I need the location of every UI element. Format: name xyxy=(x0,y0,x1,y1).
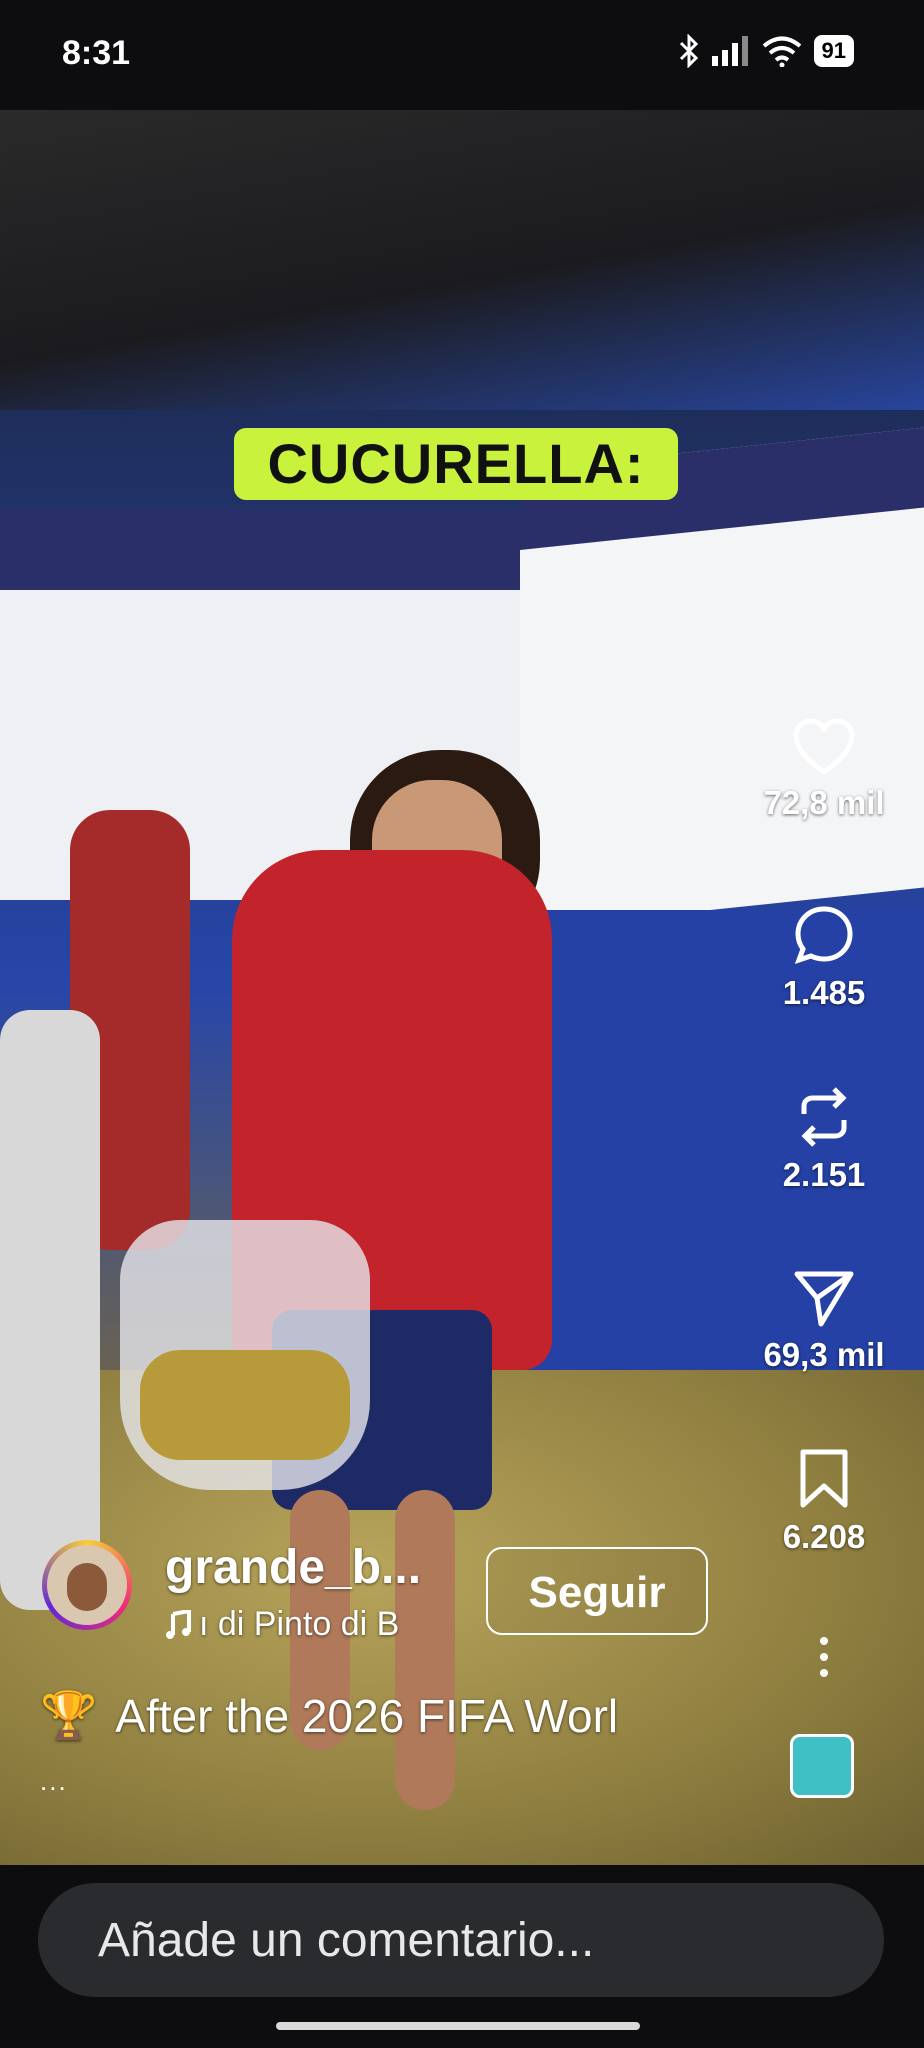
author-avatar[interactable] xyxy=(42,1540,132,1630)
battery-indicator: 91 xyxy=(813,35,854,67)
video-caption: CUCURELLA: xyxy=(234,428,678,500)
more-vertical-icon[interactable] xyxy=(818,1636,830,1678)
author-username[interactable]: grande_b... xyxy=(165,1540,421,1595)
like-action[interactable]: 72,8 mil xyxy=(744,718,904,822)
share-count: 69,3 mil xyxy=(763,1336,885,1373)
status-icons: 91 xyxy=(678,34,854,68)
status-bar: 8:31 91 xyxy=(0,0,924,110)
comment-icon[interactable] xyxy=(793,904,855,966)
bluetooth-icon xyxy=(679,34,698,68)
repost-icon[interactable] xyxy=(794,1086,854,1148)
player-leg-right xyxy=(395,1490,455,1810)
bookmark-icon[interactable] xyxy=(798,1448,850,1510)
music-note-icon xyxy=(166,1609,191,1639)
description-text: After the 2026 FIFA Worl xyxy=(115,1689,619,1742)
side-person xyxy=(0,1010,100,1610)
more-options-action[interactable] xyxy=(744,1636,904,1678)
comment-input[interactable] xyxy=(38,1883,884,1997)
repost-count: 2.151 xyxy=(782,1156,866,1193)
like-count: 72,8 mil xyxy=(763,784,885,821)
reel-description[interactable]: 🏆 After the 2026 FIFA Worl xyxy=(40,1688,618,1743)
sponsor-board-right xyxy=(520,427,924,930)
trophy-icon: 🏆 xyxy=(40,1689,98,1741)
video-ceiling xyxy=(0,110,924,410)
bottom-bar xyxy=(0,1865,924,2048)
comment-count: 1.485 xyxy=(782,974,866,1011)
status-time: 8:31 xyxy=(62,34,131,72)
description-more[interactable]: ... xyxy=(40,1766,68,1797)
audio-track[interactable]: ı di Pinto di B xyxy=(165,1605,399,1644)
save-count: 6.208 xyxy=(782,1518,866,1555)
comment-action[interactable]: 1.485 xyxy=(744,904,904,1012)
send-icon[interactable] xyxy=(793,1268,855,1328)
audio-thumbnail[interactable] xyxy=(790,1734,854,1798)
home-indicator[interactable] xyxy=(276,2022,640,2030)
wifi-icon xyxy=(762,36,801,67)
gold-item xyxy=(140,1350,350,1460)
save-action[interactable]: 6.208 xyxy=(744,1448,904,1556)
follow-button[interactable]: Seguir xyxy=(486,1547,708,1635)
audio-track-label: ı di Pinto di B xyxy=(199,1605,400,1643)
repost-action[interactable]: 2.151 xyxy=(744,1086,904,1194)
signal-icon xyxy=(711,36,748,66)
heart-icon[interactable] xyxy=(792,718,856,776)
share-action[interactable]: 69,3 mil xyxy=(744,1268,904,1374)
